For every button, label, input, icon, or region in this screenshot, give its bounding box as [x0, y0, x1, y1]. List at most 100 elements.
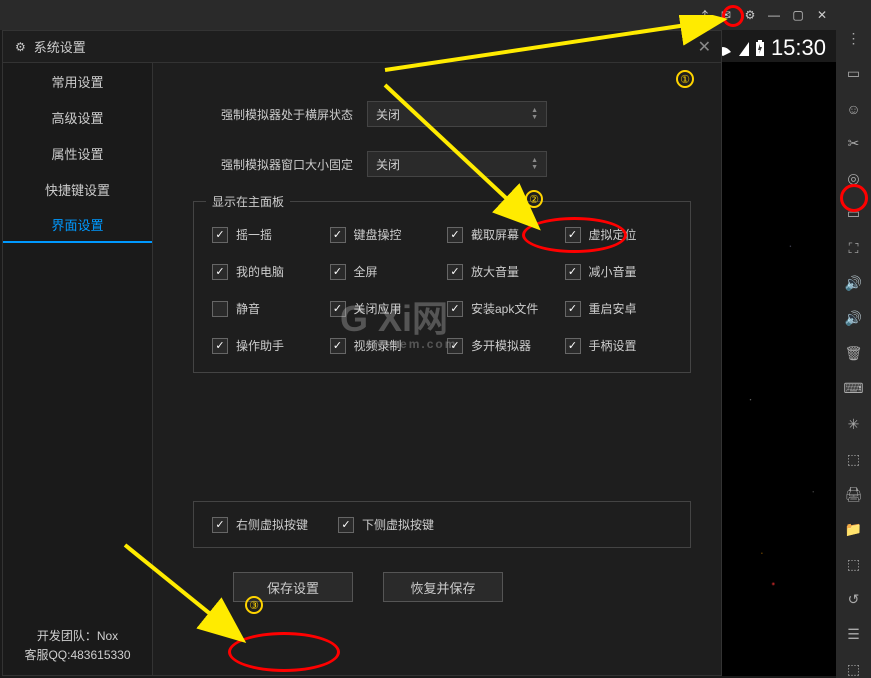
checkbox-13[interactable]: 视频录制 [330, 337, 438, 354]
checkbox-label: 下侧虚拟按键 [362, 516, 434, 533]
titlebar: ⤴ ✉ ⚙ — ▢ ✕ [0, 0, 836, 30]
side-tool-18[interactable]: ⬚ [844, 661, 864, 678]
checkbox-3[interactable]: 虚拟定位 [565, 226, 673, 243]
checkbox-label: 摇一摇 [236, 226, 272, 243]
maximize-icon[interactable]: ▢ [790, 7, 806, 23]
checkbox-label: 视频录制 [354, 337, 402, 354]
checkbox-label: 静音 [236, 300, 260, 317]
save-button[interactable]: 保存设置 [233, 572, 353, 602]
checkbox-box[interactable] [330, 301, 346, 317]
checkbox-box[interactable] [565, 264, 581, 280]
fixedsize-label: 强制模拟器窗口大小固定 [193, 156, 353, 173]
side-tool-9[interactable]: 🗑 [844, 345, 864, 362]
checkbox-box[interactable] [330, 338, 346, 354]
checkbox-box[interactable] [330, 264, 346, 280]
checkbox-6[interactable]: 放大音量 [447, 263, 555, 280]
fixedsize-select[interactable]: 关闭 ▲▼ [367, 151, 547, 177]
checkbox-box[interactable] [565, 338, 581, 354]
checkbox-box[interactable] [447, 227, 463, 243]
checkbox-label: 右侧虚拟按键 [236, 516, 308, 533]
side-tool-6[interactable]: ⛶ [844, 240, 864, 257]
checkbox-2[interactable]: 截取屏幕 [447, 226, 555, 243]
checkbox-1[interactable]: 键盘操控 [330, 226, 438, 243]
side-tool-7[interactable]: 🔊 [844, 275, 864, 292]
checkbox-4[interactable]: 我的电脑 [212, 263, 320, 280]
pin-icon[interactable]: ⤴ [694, 7, 710, 23]
checkbox-box[interactable] [565, 227, 581, 243]
side-tool-14[interactable]: 📁 [844, 521, 864, 538]
checkbox-15[interactable]: 手柄设置 [565, 337, 673, 354]
checkbox-box[interactable] [212, 301, 228, 317]
checkbox-box[interactable] [338, 517, 354, 533]
fieldset-legend: 显示在主面板 [206, 193, 290, 210]
side-tool-13[interactable]: 🖨 [844, 486, 864, 503]
checkbox-9[interactable]: 关闭应用 [330, 300, 438, 317]
checkbox-11[interactable]: 重启安卓 [565, 300, 673, 317]
checkbox-box[interactable] [212, 517, 228, 533]
checkbox-7[interactable]: 减小音量 [565, 263, 673, 280]
emulator-side-toolbar: ⋮ ▭ ☺ ✂ ◎ ▭ ⛶ 🔊 🔊 🗑 ⌨ ✳ ⬚ 🖨 📁 ⬚ ↺ ☰ ⬚ [836, 0, 871, 678]
checkbox-box[interactable] [212, 338, 228, 354]
dialog-header: ⚙ 系统设置 ✕ [3, 31, 721, 63]
emulator-screen [722, 62, 836, 676]
side-tool-10[interactable]: ⌨ [844, 380, 864, 397]
checkbox-label: 截取屏幕 [471, 226, 519, 243]
checkbox-0[interactable]: 摇一摇 [212, 226, 320, 243]
checkbox-label: 关闭应用 [354, 300, 402, 317]
settings-sidebar: 常用设置 高级设置 属性设置 快捷键设置 界面设置 开发团队：Nox 客服QQ:… [3, 63, 153, 675]
checkbox-label: 我的电脑 [236, 263, 284, 280]
bottom-checkbox-1[interactable]: 下侧虚拟按键 [338, 516, 434, 533]
checkbox-box[interactable] [447, 338, 463, 354]
side-tool-3[interactable]: ✂ [844, 135, 864, 152]
checkbox-12[interactable]: 操作助手 [212, 337, 320, 354]
checkbox-box[interactable] [212, 227, 228, 243]
close-icon[interactable]: ✕ [814, 7, 830, 23]
restore-button[interactable]: 恢复并保存 [383, 572, 503, 602]
sidebar-tab-advanced[interactable]: 高级设置 [3, 99, 152, 135]
checkbox-label: 重启安卓 [589, 300, 637, 317]
qq-contact: 客服QQ:483615330 [13, 646, 142, 665]
side-tool-8[interactable]: 🔊 [844, 310, 864, 327]
side-tool-12[interactable]: ⬚ [844, 451, 864, 468]
landscape-select[interactable]: 关闭 ▲▼ [367, 101, 547, 127]
side-tool-11[interactable]: ✳ [844, 416, 864, 433]
checkbox-label: 减小音量 [589, 263, 637, 280]
landscape-label: 强制模拟器处于横屏状态 [193, 106, 353, 123]
mail-icon[interactable]: ✉ [718, 7, 734, 23]
signal-icon [739, 40, 749, 56]
chevron-updown-icon: ▲▼ [531, 107, 538, 121]
checkbox-box[interactable] [330, 227, 346, 243]
mainpanel-fieldset: 显示在主面板 摇一摇键盘操控截取屏幕虚拟定位我的电脑全屏放大音量减小音量静音关闭… [193, 201, 691, 373]
checkbox-8[interactable]: 静音 [212, 300, 320, 317]
checkbox-14[interactable]: 多开模拟器 [447, 337, 555, 354]
chevron-updown-icon: ▲▼ [531, 157, 538, 171]
clock: 15:30 [771, 35, 826, 61]
sidebar-tab-property[interactable]: 属性设置 [3, 135, 152, 171]
dialog-close-button[interactable]: ✕ [698, 37, 711, 57]
side-tool-2[interactable]: ☺ [844, 100, 864, 117]
sidebar-tab-shortcut[interactable]: 快捷键设置 [3, 171, 152, 207]
side-tool-16[interactable]: ↺ [844, 591, 864, 608]
side-tool-1[interactable]: ▭ [844, 65, 864, 82]
checkbox-box[interactable] [565, 301, 581, 317]
gear-icon[interactable]: ⚙ [742, 7, 758, 23]
checkbox-5[interactable]: 全屏 [330, 263, 438, 280]
checkbox-label: 键盘操控 [354, 226, 402, 243]
side-tool-0[interactable]: ⋮ [844, 30, 864, 47]
side-tool-17[interactable]: ☰ [844, 626, 864, 643]
minimize-icon[interactable]: — [766, 7, 782, 23]
checkbox-box[interactable] [212, 264, 228, 280]
checkbox-box[interactable] [447, 301, 463, 317]
side-tool-15[interactable]: ⬚ [844, 556, 864, 573]
checkbox-10[interactable]: 安装apk文件 [447, 300, 555, 317]
sidebar-tab-common[interactable]: 常用设置 [3, 63, 152, 99]
settings-content: 强制模拟器处于横屏状态 关闭 ▲▼ 强制模拟器窗口大小固定 关闭 ▲▼ 显示在主… [153, 63, 721, 675]
checkbox-label: 全屏 [354, 263, 378, 280]
bottom-check-row: 右侧虚拟按键 下侧虚拟按键 [193, 501, 691, 548]
side-tool-5[interactable]: ▭ [844, 205, 864, 222]
sidebar-tab-interface[interactable]: 界面设置 [3, 207, 152, 243]
bottom-checkbox-0[interactable]: 右侧虚拟按键 [212, 516, 308, 533]
dev-team: 开发团队：Nox [13, 627, 142, 646]
checkbox-box[interactable] [447, 264, 463, 280]
side-tool-4[interactable]: ◎ [844, 170, 864, 187]
